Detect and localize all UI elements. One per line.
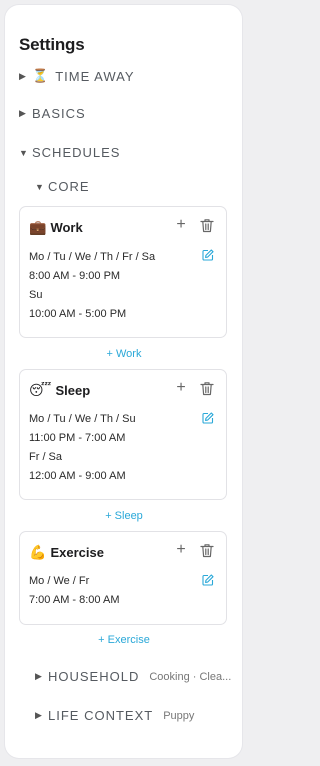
card-header: 💼 Work — [29, 219, 83, 236]
schedule-days: Fr / Sa — [29, 451, 63, 463]
schedule-card-sleep: 😴 Sleep + Mo / Tu / We / Th / Su 11:00 P… — [19, 369, 227, 500]
schedule-hours: 8:00 AM - 9:00 PM — [29, 270, 121, 282]
edit-icon[interactable] — [202, 412, 214, 424]
trash-icon[interactable] — [200, 543, 214, 558]
card-title: Exercise — [50, 545, 104, 560]
subsection-life-context[interactable]: ▶ LIFE CONTEXT Puppy — [35, 708, 194, 723]
caret-down-icon: ▼ — [35, 181, 45, 192]
schedule-days: Su — [29, 289, 43, 301]
edit-icon[interactable] — [202, 249, 214, 261]
caret-down-icon: ▼ — [19, 147, 29, 158]
caret-right-icon: ▶ — [19, 108, 27, 118]
caret-right-icon: ▶ — [19, 70, 27, 81]
schedule-card-work: 💼 Work + Mo / Tu / We / Th / Fr / Sa 8:0… — [19, 206, 227, 338]
schedule-hours: 11:00 PM - 7:00 AM — [29, 432, 126, 444]
card-header: 💪 Exercise — [29, 544, 104, 561]
schedule-hours: 10:00 AM - 5:00 PM — [29, 308, 127, 320]
schedule-days: Mo / We / Fr — [29, 575, 90, 587]
schedule-hours: 7:00 AM - 8:00 AM — [29, 594, 120, 606]
page-title: Settings — [19, 35, 85, 54]
caret-right-icon: ▶ — [35, 671, 43, 681]
add-exercise-button[interactable]: + Exercise — [0, 634, 248, 646]
section-time-away[interactable]: ▶ ⏳ TIME AWAY — [19, 68, 135, 84]
section-schedules[interactable]: ▼ SCHEDULES — [19, 145, 120, 160]
add-sleep-button[interactable]: + Sleep — [0, 510, 248, 522]
schedule-card-exercise: 💪 Exercise + Mo / We / Fr 7:00 AM - 8:00… — [19, 531, 227, 625]
section-label: TIME AWAY — [55, 68, 135, 84]
section-label: SCHEDULES — [32, 145, 121, 160]
settings-panel: Settings ▶ ⏳ TIME AWAY ▶ BASICS ▼ SCHEDU… — [5, 5, 242, 758]
section-label: BASICS — [32, 106, 86, 121]
flexed-biceps-icon: 💪 — [29, 544, 47, 560]
hourglass-icon: ⏳ — [32, 68, 50, 83]
subsection-core[interactable]: ▼ CORE — [35, 179, 90, 194]
trash-icon[interactable] — [200, 218, 214, 233]
schedule-hours: 12:00 AM - 9:00 AM — [29, 470, 126, 482]
schedule-days: Mo / Tu / We / Th / Su — [29, 413, 136, 425]
section-basics[interactable]: ▶ BASICS — [19, 106, 86, 121]
add-time-button[interactable]: + — [174, 380, 188, 396]
add-time-button[interactable]: + — [174, 542, 188, 558]
briefcase-icon: 💼 — [29, 219, 47, 235]
subsection-label: HOUSEHOLD — [48, 669, 140, 684]
subsection-household[interactable]: ▶ HOUSEHOLD Cooking · Clea... — [35, 669, 231, 684]
subsection-summary: Cooking · Clea... — [149, 670, 232, 683]
subsection-summary: Puppy — [163, 709, 195, 722]
schedule-days: Mo / Tu / We / Th / Fr / Sa — [29, 251, 156, 263]
card-title: Sleep — [55, 383, 91, 398]
add-work-button[interactable]: + Work — [0, 348, 248, 360]
card-header: 😴 Sleep — [29, 382, 90, 399]
add-time-button[interactable]: + — [174, 217, 188, 233]
edit-icon[interactable] — [202, 574, 214, 586]
trash-icon[interactable] — [200, 381, 214, 396]
caret-right-icon: ▶ — [35, 710, 43, 720]
card-title: Work — [50, 220, 83, 235]
subsection-label: CORE — [48, 179, 90, 194]
subsection-label: LIFE CONTEXT — [48, 708, 154, 723]
sleeping-face-icon: 😴 — [29, 382, 52, 398]
